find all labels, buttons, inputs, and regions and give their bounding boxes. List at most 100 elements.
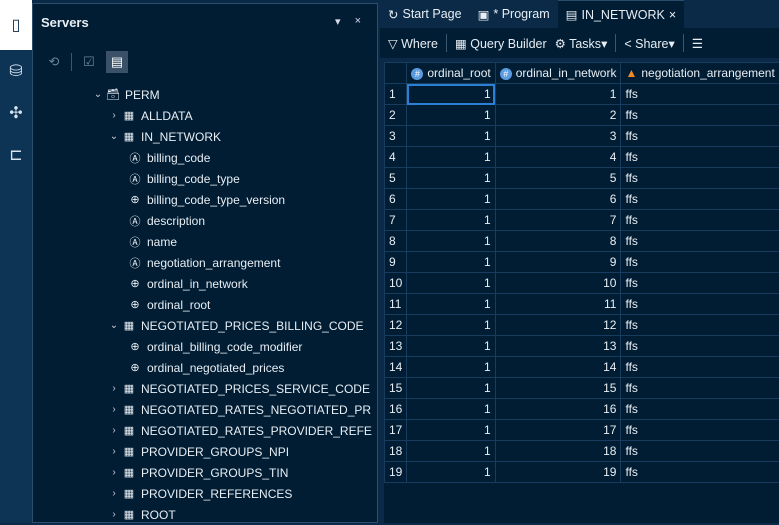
refresh-icon[interactable]: ⟲ bbox=[43, 51, 65, 73]
table-cell[interactable]: ffs bbox=[621, 462, 779, 483]
table-row[interactable]: 14114ffs1 bbox=[385, 357, 779, 378]
table-cell[interactable]: 1 bbox=[407, 462, 495, 483]
column-header[interactable]: #ordinal_root bbox=[407, 63, 495, 84]
table-cell[interactable]: 12 bbox=[495, 315, 621, 336]
tree-item[interactable]: ⌄▦IN_NETWORK bbox=[33, 126, 377, 147]
tab-program[interactable]: ▣* Program bbox=[470, 0, 558, 28]
chevron-down-icon[interactable]: ⌄ bbox=[107, 131, 121, 142]
tree-item[interactable]: ›▦NEGOTIATED_RATES_PROVIDER_REFE bbox=[33, 420, 377, 441]
table-cell[interactable]: 1 bbox=[407, 105, 495, 126]
table-row[interactable]: 212ffs4 bbox=[385, 105, 779, 126]
panel-close-button[interactable]: × bbox=[355, 15, 361, 28]
table-cell[interactable]: 1 bbox=[407, 315, 495, 336]
chevron-right-icon[interactable]: › bbox=[107, 509, 121, 520]
table-row[interactable]: 16116ffs0 bbox=[385, 399, 779, 420]
table-row[interactable]: 15115ffs7 bbox=[385, 378, 779, 399]
table-cell[interactable]: ffs bbox=[621, 441, 779, 462]
tree-item[interactable]: ⊕ordinal_billing_code_modifier bbox=[33, 336, 377, 357]
table-cell[interactable]: 10 bbox=[495, 273, 621, 294]
table-cell[interactable]: 14 bbox=[495, 357, 621, 378]
tree-item[interactable]: ›▦NEGOTIATED_RATES_NEGOTIATED_PR bbox=[33, 399, 377, 420]
table-row[interactable]: 19119ffs3 bbox=[385, 462, 779, 483]
tree-item[interactable]: Ⓐname bbox=[33, 231, 377, 252]
table-cell[interactable]: ffs bbox=[621, 168, 779, 189]
network-icon[interactable]: ✣ bbox=[0, 92, 32, 134]
table-cell[interactable]: 1 bbox=[407, 273, 495, 294]
table-cell[interactable]: ffs bbox=[621, 420, 779, 441]
table-cell[interactable]: 1 bbox=[407, 399, 495, 420]
tree-item[interactable]: ›▦ROOT bbox=[33, 504, 377, 525]
table-row[interactable]: 515ffs1 bbox=[385, 168, 779, 189]
table-cell[interactable]: ffs bbox=[621, 210, 779, 231]
where-button[interactable]: ▽ Where bbox=[388, 36, 438, 51]
table-row[interactable]: 18118ffs4 bbox=[385, 441, 779, 462]
table-row[interactable]: 10110ffs4 bbox=[385, 273, 779, 294]
tree-item[interactable]: ⌄🗃PERM bbox=[33, 84, 377, 105]
table-cell[interactable]: 2 bbox=[495, 105, 621, 126]
chevron-down-icon[interactable]: ⌄ bbox=[91, 89, 105, 100]
table-row[interactable]: 12112ffs4 bbox=[385, 315, 779, 336]
table-cell[interactable]: 9 bbox=[495, 252, 621, 273]
tab-in-network[interactable]: ▤IN_NETWORK× bbox=[558, 0, 684, 28]
chevron-right-icon[interactable]: › bbox=[107, 488, 121, 499]
tab-start-page[interactable]: ↻Start Page bbox=[380, 0, 470, 28]
table-cell[interactable]: ffs bbox=[621, 399, 779, 420]
table-cell[interactable]: 4 bbox=[495, 147, 621, 168]
table-cell[interactable]: 8 bbox=[495, 231, 621, 252]
chevron-right-icon[interactable]: › bbox=[107, 467, 121, 478]
tab-close-button[interactable]: × bbox=[669, 8, 676, 22]
table-cell[interactable]: ffs bbox=[621, 147, 779, 168]
table-cell[interactable]: 16 bbox=[495, 399, 621, 420]
tree-item[interactable]: ›▦PROVIDER_GROUPS_TIN bbox=[33, 462, 377, 483]
properties-icon[interactable]: ☰ bbox=[692, 36, 703, 51]
chevron-right-icon[interactable]: › bbox=[107, 404, 121, 415]
table-cell[interactable]: ffs bbox=[621, 189, 779, 210]
chevron-right-icon[interactable]: › bbox=[107, 446, 121, 457]
chevron-down-icon[interactable]: ⌄ bbox=[107, 320, 121, 331]
table-row[interactable]: 13113ffs4 bbox=[385, 336, 779, 357]
table-cell[interactable]: 1 bbox=[495, 84, 621, 105]
table-cell[interactable]: ffs bbox=[621, 231, 779, 252]
table-cell[interactable]: ffs bbox=[621, 252, 779, 273]
table-cell[interactable]: 13 bbox=[495, 336, 621, 357]
tree-item[interactable]: ›▦PROVIDER_REFERENCES bbox=[33, 483, 377, 504]
chevron-right-icon[interactable]: › bbox=[107, 425, 121, 436]
table-cell[interactable]: 1 bbox=[407, 357, 495, 378]
tasks-button[interactable]: ⚙ Tasks▾ bbox=[555, 36, 608, 51]
table-row[interactable]: 919ffs4 bbox=[385, 252, 779, 273]
table-cell[interactable]: 1 bbox=[407, 420, 495, 441]
table-cell[interactable]: ffs bbox=[621, 336, 779, 357]
tree-item[interactable]: ⊕ordinal_root bbox=[33, 294, 377, 315]
table-cell[interactable]: 11 bbox=[495, 294, 621, 315]
table-cell[interactable]: 18 bbox=[495, 441, 621, 462]
tree-item[interactable]: ›▦ALLDATA bbox=[33, 105, 377, 126]
table-cell[interactable]: 1 bbox=[407, 147, 495, 168]
table-cell[interactable]: ffs bbox=[621, 378, 779, 399]
table-row[interactable]: 111ffs4 bbox=[385, 84, 779, 105]
table-row[interactable]: 11111ffs4 bbox=[385, 294, 779, 315]
table-row[interactable]: 17117ffs3 bbox=[385, 420, 779, 441]
table-row[interactable]: 818ffs4 bbox=[385, 231, 779, 252]
table-cell[interactable]: ffs bbox=[621, 105, 779, 126]
table-cell[interactable]: 1 bbox=[407, 126, 495, 147]
table-cell[interactable]: 1 bbox=[407, 441, 495, 462]
table-cell[interactable]: ffs bbox=[621, 84, 779, 105]
tree-item[interactable]: ⌄▦NEGOTIATED_PRICES_BILLING_CODE bbox=[33, 315, 377, 336]
table-cell[interactable]: 1 bbox=[407, 168, 495, 189]
snippets-icon[interactable]: ⊏ bbox=[0, 134, 32, 176]
tree-item[interactable]: Ⓐdescription bbox=[33, 210, 377, 231]
table-cell[interactable]: 15 bbox=[495, 378, 621, 399]
tree-item[interactable]: ⊕ordinal_negotiated_prices bbox=[33, 357, 377, 378]
table-cell[interactable]: 7 bbox=[495, 210, 621, 231]
tree-item[interactable]: Ⓐbilling_code bbox=[33, 147, 377, 168]
table-cell[interactable]: ffs bbox=[621, 315, 779, 336]
servers-icon[interactable]: ▯ bbox=[0, 0, 32, 50]
table-cell[interactable]: 1 bbox=[407, 378, 495, 399]
chevron-right-icon[interactable]: › bbox=[107, 110, 121, 121]
panel-menu-button[interactable]: ▾ bbox=[335, 15, 341, 28]
column-header[interactable]: #ordinal_in_network bbox=[495, 63, 621, 84]
tree-item[interactable]: ⊕ordinal_in_network bbox=[33, 273, 377, 294]
tree-item[interactable]: ⊕billing_code_type_version bbox=[33, 189, 377, 210]
share-button[interactable]: < Share▾ bbox=[624, 36, 674, 51]
column-header[interactable]: ▲negotiation_arrangement bbox=[621, 63, 779, 84]
